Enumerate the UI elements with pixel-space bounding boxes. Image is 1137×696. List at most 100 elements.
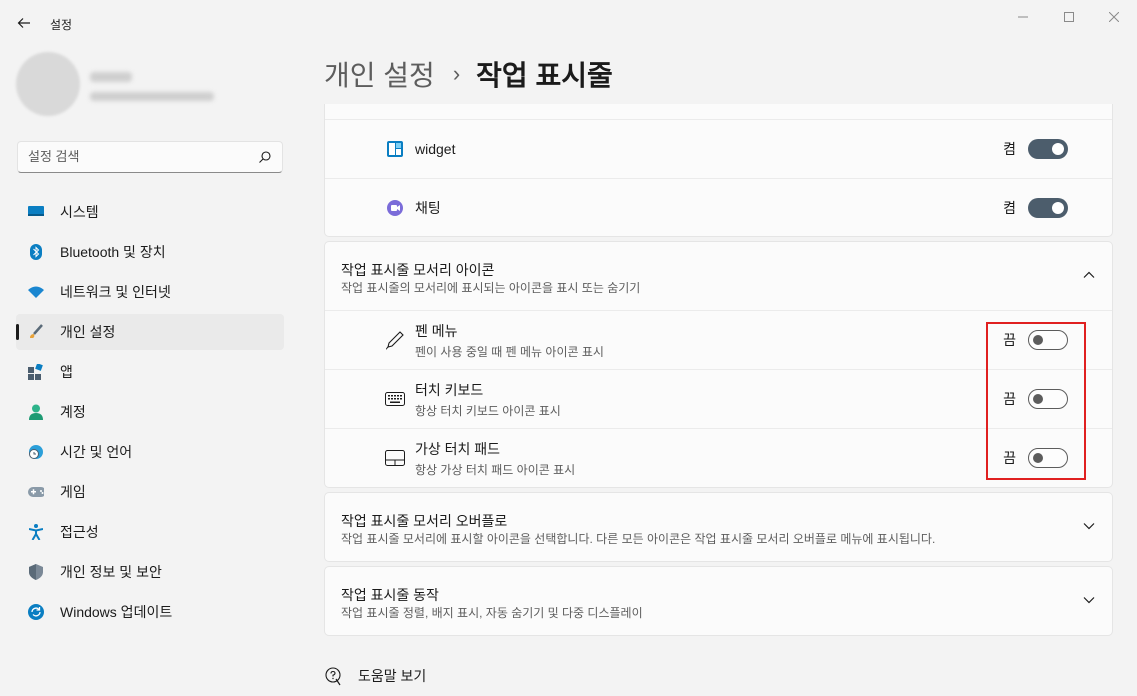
- minimize-icon: [1018, 16, 1028, 18]
- settings-search[interactable]: [17, 141, 283, 173]
- toggle-knob: [1052, 201, 1064, 214]
- pen-text: 펜 메뉴 펜이 사용 중일 때 펜 메뉴 아이콘 표시: [415, 321, 604, 360]
- minimize-button[interactable]: [1000, 6, 1046, 28]
- system-icon: [28, 204, 44, 220]
- taskbar-item-row-chat: 채팅 켬: [325, 178, 1112, 236]
- group-description: 작업 표시줄 모서리에 표시할 아이콘을 선택합니다. 다른 모든 아이콘은 작…: [341, 532, 936, 546]
- corner-icon-row-touchpad: 가상 터치 패드 항상 가상 터치 패드 아이콘 표시 끔: [325, 428, 1112, 487]
- close-button[interactable]: [1091, 6, 1137, 28]
- update-icon: [28, 604, 44, 620]
- sidebar-item-privacy-security[interactable]: 개인 정보 및 보안: [16, 554, 284, 590]
- pen-icon: [385, 330, 405, 350]
- search-input[interactable]: [28, 149, 248, 164]
- accessibility-icon: [28, 524, 44, 540]
- row-title: 채팅: [415, 199, 441, 216]
- sidebar-item-time-language[interactable]: 시간 및 언어: [16, 434, 284, 470]
- corner-icons-header[interactable]: 작업 표시줄 모서리 아이콘 작업 표시줄의 모서리에 표시되는 아이콘을 표시…: [325, 242, 1112, 310]
- sidebar-item-apps[interactable]: 앱: [16, 354, 284, 390]
- sidebar-item-label: 시간 및 언어: [60, 444, 133, 460]
- group-title: 작업 표시줄 동작: [341, 587, 439, 603]
- corner-icon-row-touch-keyboard: 터치 키보드 항상 터치 키보드 아이콘 표시 끔: [325, 369, 1112, 428]
- sidebar-item-windows-update[interactable]: Windows 업데이트: [16, 594, 284, 630]
- corner-icons-card: 작업 표시줄 모서리 아이콘 작업 표시줄의 모서리에 표시되는 아이콘을 표시…: [324, 241, 1113, 488]
- sidebar-item-label: 게임: [60, 484, 86, 500]
- virtual-touchpad-toggle[interactable]: [1028, 448, 1068, 468]
- bluetooth-icon: [28, 244, 44, 260]
- breadcrumb: 개인 설정 › 작업 표시줄: [324, 54, 613, 94]
- sidebar-item-label: 앱: [60, 364, 73, 380]
- sidebar-item-gaming[interactable]: 게임: [16, 474, 284, 510]
- close-icon: [1109, 12, 1119, 22]
- widget-toggle-wrap: 켬: [1003, 139, 1068, 159]
- toggle-state-label: 켬: [1003, 199, 1016, 216]
- sidebar-item-network[interactable]: 네트워크 및 인터넷: [16, 274, 284, 310]
- group-title: 작업 표시줄 모서리 오버플로: [341, 513, 508, 529]
- touchpad-icon: [385, 448, 405, 468]
- sidebar-nav: 시스템 Bluetooth 및 장치 네트워크 및 인터넷 개인 설정 앱 계정…: [16, 194, 284, 634]
- row-title: 터치 키보드: [415, 381, 484, 398]
- sidebar-item-bluetooth[interactable]: Bluetooth 및 장치: [16, 234, 284, 270]
- sidebar-item-label: Bluetooth 및 장치: [60, 244, 166, 260]
- card-top-spacer: [325, 104, 1112, 120]
- widget-icon: [385, 139, 405, 159]
- widget-label-wrap: widget: [415, 141, 455, 157]
- sidebar-item-personalization[interactable]: 개인 설정: [16, 314, 284, 350]
- pen-toggle-wrap: 끔: [1003, 330, 1068, 350]
- toggle-knob: [1033, 335, 1043, 345]
- help-label: 도움말 보기: [358, 668, 427, 684]
- sidebar-item-label: 개인 정보 및 보안: [60, 564, 162, 580]
- corner-overflow-header[interactable]: 작업 표시줄 모서리 오버플로 작업 표시줄 모서리에 표시할 아이콘을 선택합…: [325, 493, 1112, 561]
- help-icon: [325, 667, 341, 686]
- breadcrumb-separator: ›: [452, 61, 461, 86]
- app-title: 설정: [50, 18, 73, 32]
- brush-icon: [28, 324, 44, 340]
- back-button[interactable]: [10, 10, 38, 36]
- title-bar: 설정: [0, 0, 1137, 44]
- chat-toggle[interactable]: [1028, 197, 1068, 218]
- touchpad-toggle-wrap: 끔: [1003, 448, 1068, 468]
- sidebar-item-label: 접근성: [60, 524, 99, 540]
- chat-label-wrap: 채팅: [415, 198, 441, 218]
- chevron-up-icon[interactable]: [1082, 268, 1096, 282]
- chat-icon: [385, 198, 405, 218]
- group-title: 작업 표시줄 모서리 아이콘: [341, 262, 495, 278]
- corner-overflow-card[interactable]: 작업 표시줄 모서리 오버플로 작업 표시줄 모서리에 표시할 아이콘을 선택합…: [324, 492, 1113, 562]
- user-email-blurred: [90, 92, 214, 101]
- sidebar-item-label: Windows 업데이트: [60, 604, 173, 620]
- taskbar-behaviors-header[interactable]: 작업 표시줄 동작 작업 표시줄 정렬, 배지 표시, 자동 숨기기 및 다중 …: [325, 567, 1112, 635]
- taskbar-behaviors-card[interactable]: 작업 표시줄 동작 작업 표시줄 정렬, 배지 표시, 자동 숨기기 및 다중 …: [324, 566, 1113, 636]
- sidebar-item-system[interactable]: 시스템: [16, 194, 284, 230]
- clock-globe-icon: [28, 444, 44, 460]
- taskbar-items-card: widget 켬 채팅 켬: [324, 104, 1113, 237]
- shield-icon: [28, 564, 44, 580]
- group-description: 작업 표시줄 정렬, 배지 표시, 자동 숨기기 및 다중 디스플레이: [341, 606, 643, 620]
- gamepad-icon: [28, 484, 44, 500]
- pen-menu-toggle[interactable]: [1028, 330, 1068, 350]
- row-title: 가상 터치 패드: [415, 440, 501, 457]
- back-arrow-icon: [17, 18, 30, 28]
- row-title: widget: [415, 141, 456, 157]
- search-icon[interactable]: [258, 150, 272, 164]
- settings-content: widget 켬 채팅 켬 작업 표시줄 모서리 아이콘 작업 표시줄의 모서리…: [324, 104, 1113, 636]
- avatar: [16, 52, 80, 116]
- sidebar-item-accessibility[interactable]: 접근성: [16, 514, 284, 550]
- touch-keyboard-toggle[interactable]: [1028, 389, 1068, 409]
- breadcrumb-parent-link[interactable]: 개인 설정: [324, 54, 435, 94]
- row-title: 펜 메뉴: [415, 322, 458, 339]
- chevron-down-icon[interactable]: [1082, 519, 1096, 533]
- corner-icon-row-pen: 펜 메뉴 펜이 사용 중일 때 펜 메뉴 아이콘 표시 끔: [325, 310, 1112, 369]
- user-name-blurred: [90, 72, 132, 82]
- user-profile[interactable]: [16, 52, 276, 132]
- widget-toggle[interactable]: [1028, 139, 1068, 159]
- sidebar-item-accounts[interactable]: 계정: [16, 394, 284, 430]
- chevron-down-icon[interactable]: [1082, 593, 1096, 607]
- toggle-state-label: 켬: [1003, 141, 1016, 157]
- keyboard-icon: [385, 389, 405, 409]
- wifi-icon: [28, 284, 44, 300]
- help-link[interactable]: 도움말 보기: [324, 666, 426, 686]
- row-description: 항상 가상 터치 패드 아이콘 표시: [415, 462, 576, 477]
- maximize-button[interactable]: [1046, 6, 1092, 28]
- sidebar-item-label: 계정: [60, 404, 86, 420]
- toggle-state-label: 끔: [1003, 450, 1016, 466]
- toggle-state-label: 끔: [1003, 332, 1016, 348]
